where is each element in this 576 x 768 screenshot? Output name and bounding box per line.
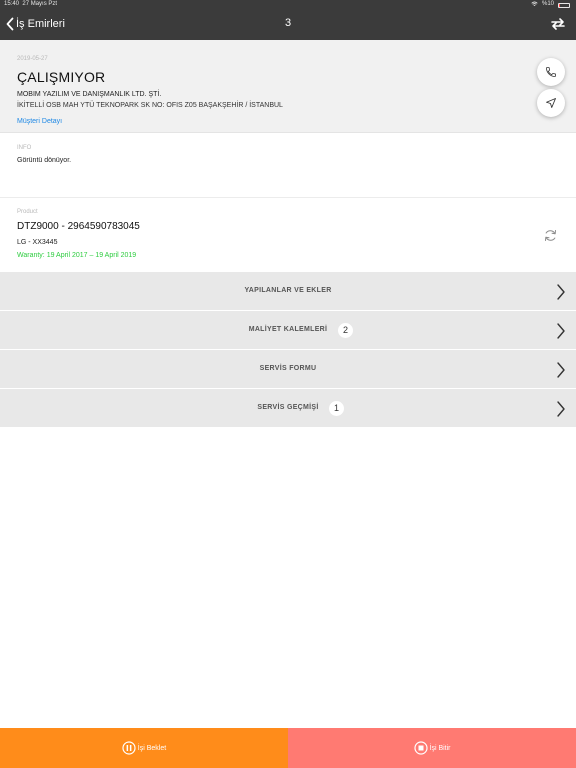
wait-button[interactable]: İşi Beklet [0,728,288,768]
count-badge: 2 [338,323,353,338]
chevron-right-icon [557,323,565,339]
menu-item-label: MALİYET KALEMLERİ [248,326,328,333]
call-button[interactable] [537,58,565,86]
work-order-title: ÇALIŞMIYOR [17,69,106,85]
menu-item-yapilanlar[interactable]: YAPILANLAR VE EKLER [0,272,576,311]
finish-button[interactable]: İşi Bitir [288,728,576,768]
product-serial: DTZ9000 - 2964590783045 [17,221,140,232]
pause-circle-icon [122,741,136,755]
battery-percent: %10 [541,1,554,7]
chevron-right-icon [557,401,565,417]
status-time: 15:40 [4,1,20,7]
action-bar: İşi Beklet İşi Bitir [0,728,576,768]
product-label: Product [17,209,38,215]
product-model: LG - XX3445 [17,239,58,246]
stop-circle-icon [413,741,428,755]
product-section: Product DTZ9000 - 2964590783045 LG - XX3… [0,199,576,272]
product-warranty: Waranty: 19 April 2017 – 19 April 2019 [17,252,137,259]
navigation-bar: İş Emirleri 3 [0,8,576,40]
status-bar: 15:40 27 Mayıs Pzt %10 [0,0,576,8]
customer-address: İKİTELLİ OSB MAH YTÜ TEKNOPARK SK NO: OF… [17,102,283,109]
work-order-date: 2019-05-27 [17,56,48,62]
battery-icon [558,2,570,8]
count-badge: 1 [329,401,344,416]
chevron-right-icon [557,284,565,300]
phone-icon [546,67,556,77]
menu-list: YAPILANLAR VE EKLER MALİYET KALEMLERİ 2 … [0,272,576,428]
navigate-button[interactable] [537,89,565,117]
menu-item-label: SERVİS FORMU [259,365,317,372]
info-label: INFO [17,145,32,151]
menu-item-servis-gecmisi[interactable]: SERVİS GEÇMİŞİ 1 [0,389,576,428]
chevron-right-icon [557,362,565,378]
status-date: 27 Mayıs Pzt [22,1,58,7]
refresh-icon[interactable] [543,228,558,243]
menu-item-maliyet[interactable]: MALİYET KALEMLERİ 2 [0,311,576,350]
sync-icon[interactable] [550,16,566,32]
customer-card: 2019-05-27 ÇALIŞMIYOR MOBIM YAZILIM VE D… [0,40,576,133]
wait-label: İşi Beklet [137,744,167,752]
page-title: 3 [284,17,292,29]
info-section: INFO Görüntü dönüyor. [0,134,576,198]
finish-label: İşi Bitir [429,744,451,752]
company-name: MOBIM YAZILIM VE DANIŞMANLIK LTD. ŞTİ. [17,91,162,98]
navigation-icon [546,98,556,108]
wifi-icon [531,1,538,6]
menu-item-label: YAPILANLAR VE EKLER [244,287,332,294]
menu-item-label: SERVİS GEÇMİŞİ [257,404,319,411]
customer-detail-link[interactable]: Müşteri Detayı [17,118,62,125]
info-text: Görüntü dönüyor. [17,157,72,164]
menu-item-servis-formu[interactable]: SERVİS FORMU [0,350,576,389]
